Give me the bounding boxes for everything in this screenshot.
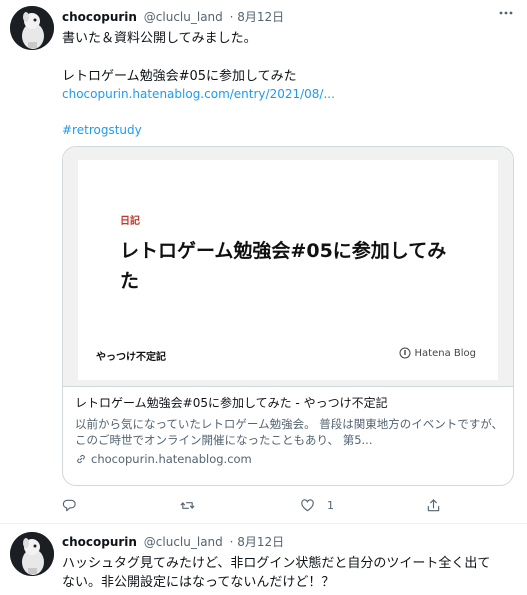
tweet-header: chocopurin @cluclu_land · 8月12日 — [62, 10, 285, 24]
card-image-site: やっつけ不定記 — [96, 352, 166, 363]
card-text[interactable]: レトロゲーム勉強会#05に参加してみた - やっつけ不定記 以前から気になってい… — [75, 395, 503, 467]
handle[interactable]: @cluclu_land — [144, 535, 223, 549]
card-image-title: レトロゲーム勉強会#05に参加してみた — [120, 240, 447, 292]
like-count: 1 — [327, 498, 334, 512]
like-button[interactable]: 1 — [300, 496, 334, 514]
card-image-brand: Hatena Blog — [399, 347, 476, 359]
card-image-brand-label: Hatena Blog — [414, 347, 476, 359]
display-name[interactable]: chocopurin — [62, 10, 137, 24]
retweet-button[interactable] — [180, 496, 207, 514]
tweet-actions: 1 — [62, 496, 502, 514]
tweet-text-line: ハッシュタグ見てみたけど、非ログイン状態だと自分のツイート全く出て — [62, 556, 491, 571]
reply-button[interactable] — [62, 496, 89, 514]
reply-icon — [62, 499, 76, 511]
card-image-inner: 日記 レトロゲーム勉強会#05に参加してみた やっつけ不定記 Hatena Bl… — [78, 160, 498, 380]
tweet-text-line: レトロゲーム勉強会#05に参加してみた — [62, 69, 297, 84]
link-icon — [77, 454, 85, 464]
card-domain-label: chocopurin.hatenablog.com — [91, 452, 252, 466]
hatena-icon — [399, 347, 411, 359]
avatar[interactable] — [10, 532, 54, 576]
more-icon[interactable] — [497, 4, 515, 22]
card-description: 以前から気になっていたレトロゲーム勉強会。 普段は関東地方のイベントですが、この… — [75, 417, 503, 447]
card-image-category: 日記 — [120, 216, 140, 227]
handle[interactable]: @cluclu_land — [144, 10, 223, 24]
link-card[interactable]: 日記 レトロゲーム勉強会#05に参加してみた やっつけ不定記 Hatena Bl… — [62, 146, 514, 486]
share-icon — [427, 498, 440, 511]
share-button[interactable] — [426, 496, 441, 514]
tweet[interactable]: chocopurin @cluclu_land · 8月12日 ハッシュタグ見て… — [0, 525, 527, 595]
card-title: レトロゲーム勉強会#05に参加してみた - やっつけ不定記 — [75, 396, 388, 410]
timestamp[interactable]: 8月12日 — [237, 10, 284, 24]
tweet-header: chocopurin @cluclu_land · 8月12日 — [62, 535, 285, 549]
display-name[interactable]: chocopurin — [62, 535, 137, 549]
tweet[interactable]: chocopurin @cluclu_land · 8月12日 書いた＆資料公開… — [0, 0, 527, 524]
card-image[interactable]: 日記 レトロゲーム勉強会#05に参加してみた やっつけ不定記 Hatena Bl… — [63, 147, 513, 387]
tweet-text-line: ない。非公開設定にはなってないんだけど！？ — [62, 575, 335, 590]
timestamp[interactable]: 8月12日 — [237, 535, 284, 549]
card-domain: chocopurin.hatenablog.com — [75, 451, 503, 467]
avatar[interactable] — [10, 6, 54, 50]
hashtag-link[interactable]: #retrogstudy — [62, 122, 142, 139]
retweet-icon — [180, 501, 195, 509]
tweet-link[interactable]: chocopurin.hatenablog.com/entry/2021/08/… — [62, 86, 335, 103]
tweet-text-line: 書いた＆資料公開してみました。 — [62, 31, 257, 46]
like-icon — [301, 498, 314, 511]
